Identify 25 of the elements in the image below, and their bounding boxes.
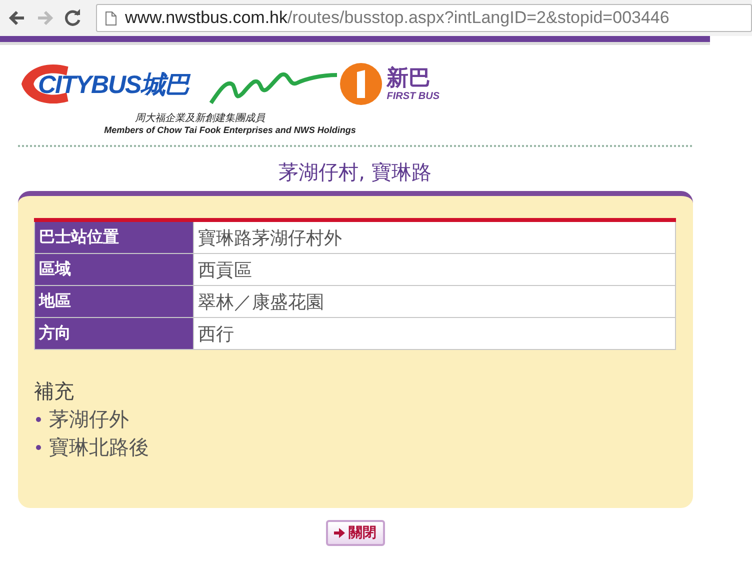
logo-text: FIRST BUS	[386, 90, 440, 102]
row-value: 西貢區	[194, 254, 676, 286]
row-label: 地區	[34, 286, 194, 318]
row-value: 西行	[194, 318, 676, 350]
section-heading: 補充	[34, 378, 75, 405]
page-icon	[105, 10, 117, 26]
number-one-logo	[338, 62, 383, 106]
row-label: 巴士站位置	[34, 220, 194, 254]
row-value: 翠林／康盛花園	[194, 286, 676, 318]
close-button[interactable]: 關閉	[326, 520, 384, 546]
back-icon[interactable]	[8, 10, 26, 26]
reload-icon[interactable]	[64, 9, 82, 27]
row-label: 方向	[34, 318, 194, 350]
page-title: 茅湖仔村, 寶琳路	[278, 159, 432, 185]
row-value: 寶琳路茅湖仔村外	[194, 220, 676, 254]
row-label: 區域	[34, 254, 194, 286]
list-item: 茅湖仔外	[49, 406, 129, 433]
caption: 周大福企業及新創建集團成員	[134, 113, 266, 125]
caption: Members of Chow Tai Fook Enterprises and NWS Holdings	[103, 125, 357, 135]
logo-text: 新巴	[386, 66, 432, 90]
bullet-icon	[36, 444, 41, 450]
address-bar[interactable]: www.nwstbus.com.hk/routes/busstop.aspx?intLangID=2&stopid=003446	[96, 4, 752, 32]
logo-text: CITYBUS城巴	[38, 70, 189, 100]
bullet-icon	[36, 416, 41, 422]
list-item: 寶琳北路後	[49, 434, 149, 461]
